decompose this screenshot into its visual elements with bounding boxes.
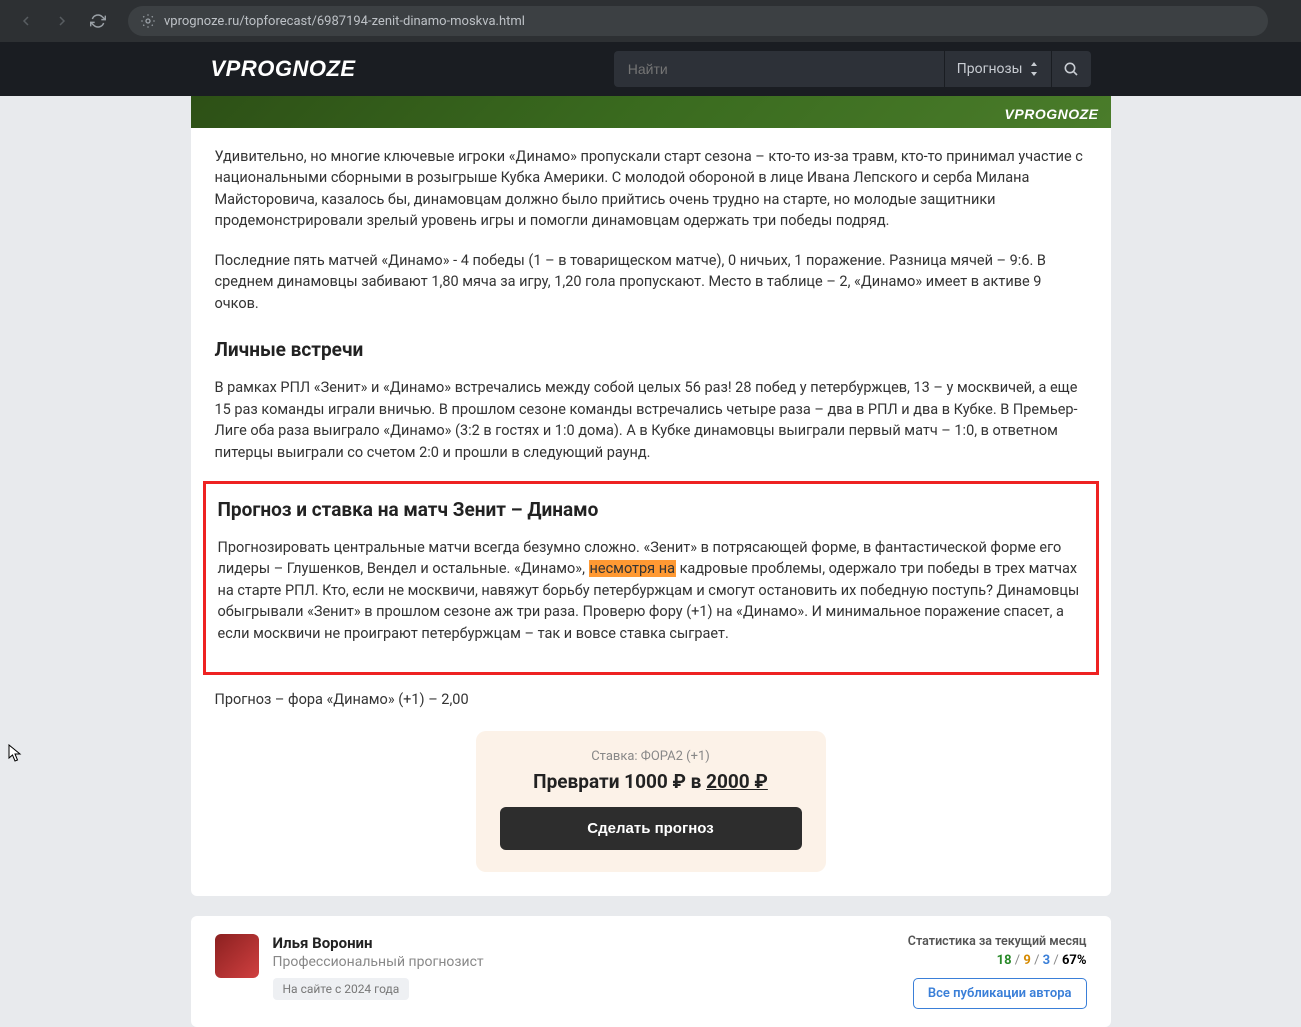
stats-label: Статистика за текущий месяц xyxy=(908,934,1087,949)
article-paragraph: Удивительно, но многие ключевые игроки «… xyxy=(215,146,1087,232)
cursor-icon xyxy=(8,744,22,762)
forecast-line: Прогноз – фора «Динамо» (+1) – 2,00 xyxy=(215,689,1087,710)
highlighted-text: несмотря на xyxy=(589,560,676,577)
bet-amount: Преврати 1000 ₽ в 2000 ₽ xyxy=(500,770,802,793)
article-paragraph: Прогнозировать центральные матчи всегда … xyxy=(218,537,1084,644)
search-input[interactable] xyxy=(614,51,944,87)
site-settings-icon xyxy=(140,13,156,29)
article-card: VPROGNOZE Удивительно, но многие ключевы… xyxy=(191,96,1111,896)
back-button[interactable] xyxy=(12,7,40,35)
author-publications-link[interactable]: Все публикации автора xyxy=(913,978,1087,1009)
section-heading-h2h: Личные встречи xyxy=(215,338,1087,361)
filter-label: Прогнозы xyxy=(957,61,1023,77)
bet-amount-result[interactable]: 2000 ₽ xyxy=(706,770,768,793)
reload-button[interactable] xyxy=(84,7,112,35)
search-icon xyxy=(1063,61,1079,77)
section-heading-forecast: Прогноз и ставка на матч Зенит – Динамо xyxy=(218,498,1084,521)
search-filter-select[interactable]: Прогнозы xyxy=(944,51,1051,87)
site-header: VPROGNOZE Прогнозы xyxy=(0,42,1301,96)
author-avatar[interactable] xyxy=(215,934,259,978)
bet-cta-box: Ставка: ФОРА2 (+1) Преврати 1000 ₽ в 200… xyxy=(476,731,826,872)
author-card: Илья Воронин Профессиональный прогнозист… xyxy=(191,916,1111,1027)
article-paragraph: Последние пять матчей «Динамо» - 4 побед… xyxy=(215,250,1087,314)
search-area: Прогнозы xyxy=(614,51,1091,87)
address-bar[interactable]: vprognoze.ru/topforecast/6987194-zenit-d… xyxy=(128,6,1268,36)
browser-toolbar: vprognoze.ru/topforecast/6987194-zenit-d… xyxy=(0,0,1301,42)
author-role: Профессиональный прогнозист xyxy=(273,954,894,970)
stats-numbers: 18 / 9 / 3 / 67% xyxy=(908,953,1087,968)
image-watermark: VPROGNOZE xyxy=(1005,106,1099,122)
bet-label: Ставка: ФОРА2 (+1) xyxy=(500,749,802,764)
select-chevron-icon xyxy=(1029,62,1039,76)
search-button[interactable] xyxy=(1051,51,1091,87)
article-hero-image: VPROGNOZE xyxy=(191,96,1111,128)
author-tenure-badge: На сайте с 2024 года xyxy=(273,978,410,1000)
highlighted-section: Прогноз и ставка на матч Зенит – Динамо … xyxy=(203,481,1099,675)
article-paragraph: В рамках РПЛ «Зенит» и «Динамо» встречал… xyxy=(215,377,1087,463)
make-forecast-button[interactable]: Сделать прогноз xyxy=(500,807,802,850)
forward-button[interactable] xyxy=(48,7,76,35)
author-name[interactable]: Илья Воронин xyxy=(273,934,894,952)
site-logo[interactable]: VPROGNOZE xyxy=(211,56,356,82)
url-text: vprognoze.ru/topforecast/6987194-zenit-d… xyxy=(164,14,525,29)
